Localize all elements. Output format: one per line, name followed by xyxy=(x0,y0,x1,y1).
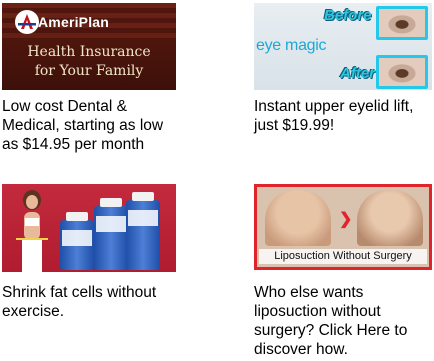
eye-before-image xyxy=(376,6,428,40)
ameriplan-banner-image[interactable]: AmeriPlan Health Insurance for Your Fami… xyxy=(2,3,176,90)
before-label: Before xyxy=(324,7,372,24)
woman-figure-icon xyxy=(16,190,48,272)
eye-magic-ad-text[interactable]: Instant upper eyelid lift, just $19.99! xyxy=(254,97,432,135)
liposuction-banner-image[interactable]: ❯ Liposuction Without Surgery xyxy=(254,184,432,270)
after-label: After xyxy=(340,65,376,82)
ameriplan-ad-text[interactable]: Low cost Dental & Medical, starting as l… xyxy=(2,97,174,154)
torso-after-image xyxy=(357,190,423,246)
eye-magic-logo: eye magic xyxy=(256,37,327,54)
ameriplan-tagline-2: for Your Family xyxy=(34,63,144,79)
ameriplan-tagline-1: Health Insurance xyxy=(27,44,151,60)
liposuction-ad-text[interactable]: Who else wants liposuction without surge… xyxy=(254,283,432,359)
shrink-fat-ad-text[interactable]: Shrink fat cells without exercise. xyxy=(2,283,176,321)
liposuction-caption: Liposuction Without Surgery xyxy=(259,249,427,264)
arrow-right-icon: ❯ xyxy=(339,211,353,228)
pill-bottle-1 xyxy=(60,212,94,270)
eye-magic-banner-image[interactable]: Before eye magic After xyxy=(254,3,432,90)
pill-bottle-3 xyxy=(126,192,160,270)
shrink-fat-banner-image[interactable] xyxy=(2,184,176,272)
ameriplan-logo: AmeriPlan xyxy=(14,9,130,35)
ameriplan-a-icon xyxy=(15,10,39,34)
torso-before-image xyxy=(265,190,331,246)
ameriplan-brand: AmeriPlan xyxy=(38,14,110,30)
pill-bottle-2 xyxy=(94,198,128,270)
eye-after-image xyxy=(376,55,428,89)
